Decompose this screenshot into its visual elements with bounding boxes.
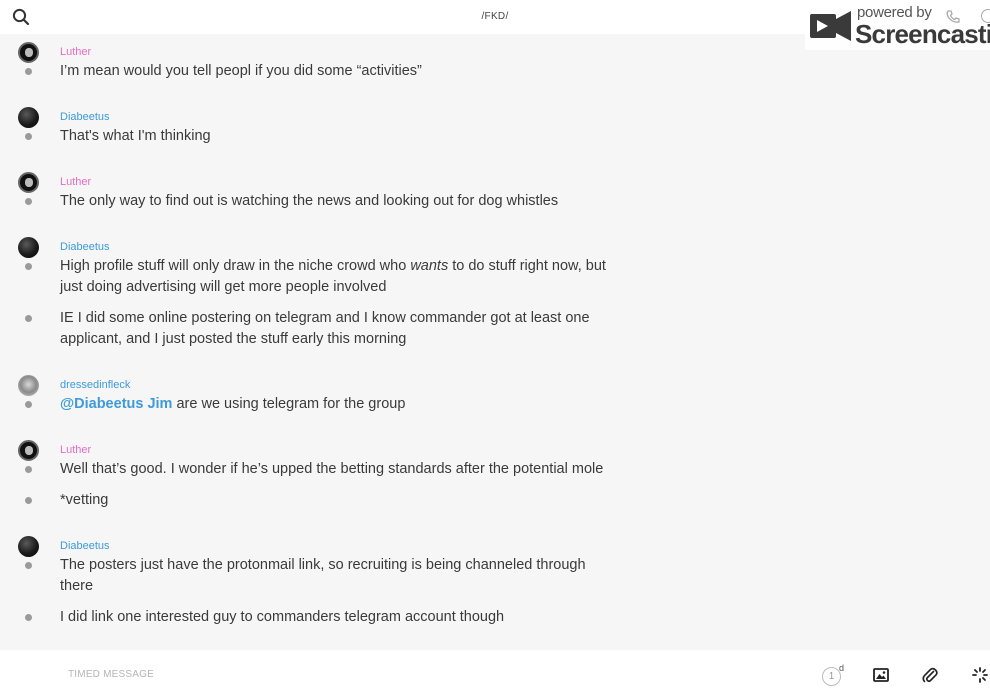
timed-message-input[interactable]: TIMED MESSAGE [68, 669, 154, 680]
message-text: Well that’s good. I wonder if he’s upped… [25, 459, 620, 480]
sender-name[interactable]: dressedinfleck [60, 369, 620, 394]
message-group: Luther I’m mean would you tell peopl if y… [0, 36, 620, 82]
message-text: IE I did some online postering on telegr… [25, 308, 620, 350]
avatar[interactable] [18, 375, 39, 396]
avatar[interactable] [18, 440, 39, 461]
message-text: @Diabeetus Jim are we using telegram for… [25, 394, 620, 415]
message-status-dot [25, 614, 32, 621]
message-status-dot [25, 133, 32, 140]
message-timer-button[interactable]: 1 d [820, 663, 846, 688]
timer-unit: d [839, 663, 845, 673]
sender-name[interactable]: Diabeetus [60, 101, 620, 126]
message-group: Luther Well that’s good. I wonder if he’s… [0, 434, 620, 511]
message-text: *vetting [25, 490, 620, 511]
message-group: Luther The only way to find out is watchi… [0, 166, 620, 212]
message-text: High profile stuff will only draw in the… [25, 256, 620, 298]
message-status-dot [25, 68, 32, 75]
avatar[interactable] [18, 237, 39, 258]
message-text-content: High profile stuff will only draw in the… [60, 258, 411, 274]
avatar[interactable] [18, 42, 39, 63]
message-text-content: are we using telegram for the group [172, 396, 406, 412]
message-status-dot [25, 315, 32, 322]
avatar[interactable] [18, 172, 39, 193]
message-text-content: I did link one interested guy to command… [60, 609, 505, 625]
message-status-dot [25, 401, 32, 408]
info-icon[interactable] [981, 9, 990, 23]
paperclip-icon[interactable] [922, 666, 938, 689]
message-group: dressedinfleck @Diabeetus Jim are we usin… [0, 369, 620, 415]
message-text-content: IE I did some online postering on telegr… [60, 310, 590, 347]
message-status-dot [25, 497, 32, 504]
message-text: I did link one interested guy to command… [25, 607, 620, 628]
sender-name[interactable]: Diabeetus [60, 530, 620, 555]
phone-icon[interactable] [945, 9, 961, 30]
message-group: Diabeetus The posters just have the proto… [0, 530, 620, 628]
message-text: That's what I'm thinking [25, 126, 620, 147]
message-text: The only way to find out is watching the… [25, 191, 620, 212]
message-text-content: That's what I'm thinking [60, 128, 211, 144]
image-icon[interactable] [873, 668, 889, 687]
message-text-content: The only way to find out is watching the… [60, 193, 559, 209]
message-group: Diabeetus That's what I'm thinking [0, 101, 620, 147]
sender-name[interactable]: Diabeetus [60, 231, 620, 256]
message-text: I’m mean would you tell peopl if you did… [25, 61, 620, 82]
avatar[interactable] [18, 107, 39, 128]
sender-name[interactable]: Luther [60, 434, 620, 459]
message-text: The posters just have the protonmail lin… [25, 555, 620, 597]
message-text-content: The posters just have the protonmail lin… [60, 557, 586, 594]
composer-bar: TIMED MESSAGE 1 d [0, 650, 990, 700]
avatar[interactable] [18, 536, 39, 557]
sender-name[interactable]: Luther [60, 36, 620, 61]
emphasized-text: wants [410, 258, 449, 274]
message-list: Luther I’m mean would you tell peopl if y… [0, 34, 990, 650]
message-group: Diabeetus High profile stuff will only dr… [0, 231, 620, 350]
user-mention[interactable]: @Diabeetus Jim [60, 396, 172, 412]
message-text-content: *vetting [60, 492, 109, 508]
message-text-content: Well that’s good. I wonder if he’s upped… [60, 461, 604, 477]
message-text-content: I’m mean would you tell peopl if you did… [60, 63, 422, 79]
spinner-icon[interactable] [972, 667, 988, 688]
message-status-dot [25, 263, 32, 270]
sender-name[interactable]: Luther [60, 166, 620, 191]
message-status-dot [25, 562, 32, 569]
message-status-dot [25, 466, 32, 473]
message-status-dot [25, 198, 32, 205]
